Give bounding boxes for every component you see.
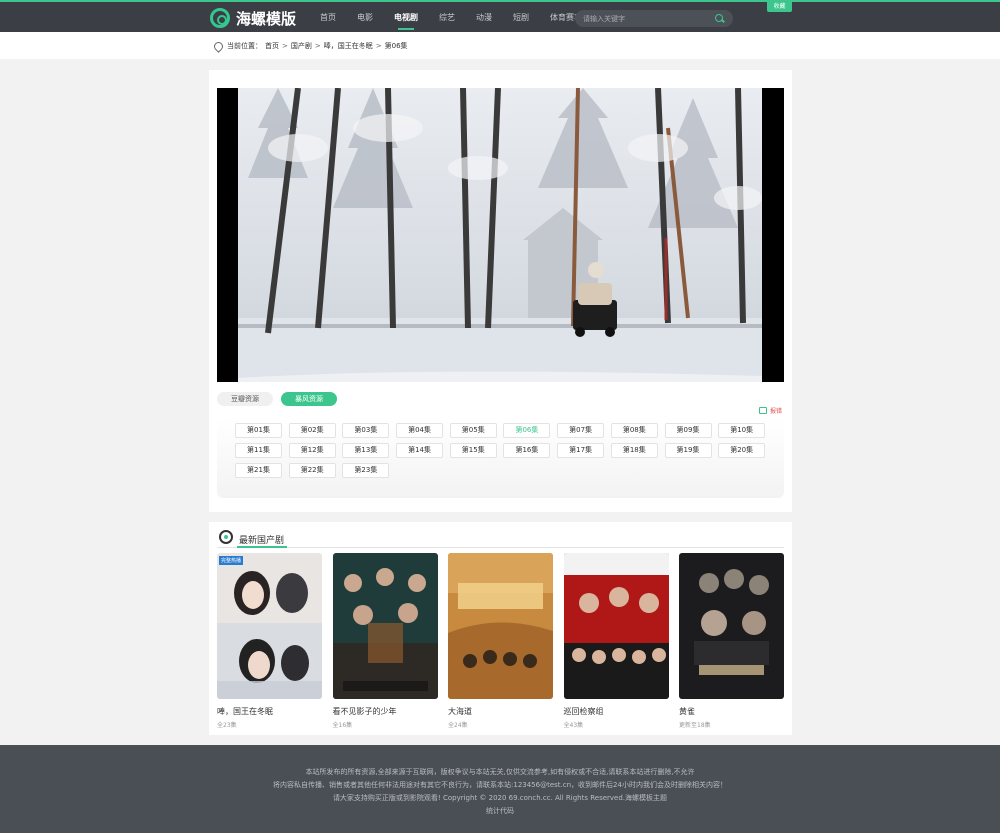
episode-button[interactable]: 第18集	[610, 443, 658, 458]
report-icon	[758, 407, 767, 414]
report-error-button[interactable]: 报错	[758, 406, 782, 415]
episode-button[interactable]: 第09集	[664, 423, 712, 438]
card-title[interactable]: 唪，国王在冬眠	[217, 706, 322, 717]
episode-button[interactable]: 第23集	[342, 463, 390, 478]
episode-list: 第01集 第02集 第03集 第04集 第05集 第06集 第07集 第08集 …	[235, 423, 766, 478]
drama-card[interactable]: 巡回检察组 全43集	[563, 553, 669, 729]
source-tabs: 豆瓣资源 暴风资源	[217, 392, 337, 406]
section-underline	[237, 546, 287, 548]
snail-logo-icon	[210, 8, 230, 28]
player-card: 豆瓣资源 暴风资源 报错 第01集 第02集 第03集 第04集 第05集 第0…	[209, 70, 792, 512]
episode-button-current[interactable]: 第06集	[503, 423, 551, 438]
episode-button[interactable]: 第21集	[235, 463, 282, 478]
search-box	[575, 10, 733, 27]
poster-badge: 完整热播	[219, 556, 244, 565]
nav-item-short-drama[interactable]: 短剧	[513, 2, 529, 34]
drama-card-list: 完整热播 唪，国王在冬眠 全23集 看不见影子的少年 全16集 大海道 全24集…	[217, 553, 784, 729]
breadcrumb-separator: >	[375, 42, 382, 50]
breadcrumb-separator: >	[314, 42, 321, 50]
location-pin-icon	[214, 42, 221, 51]
episode-button[interactable]: 第19集	[664, 443, 712, 458]
episode-button[interactable]: 第13集	[342, 443, 390, 458]
nav-item-variety[interactable]: 综艺	[439, 2, 455, 34]
episode-button[interactable]: 第02集	[288, 423, 336, 438]
footer-copyright-line: 请大家支持购买正版或到影院观看! Copyright © 2020 69.con…	[332, 794, 668, 802]
drama-card[interactable]: 大海道 全24集	[448, 553, 553, 729]
poster-image[interactable]: 完整热播	[217, 553, 322, 699]
breadcrumb: 当前位置： 首页 > 国产剧 > 唪，国王在冬眠 > 第06集	[214, 41, 408, 51]
card-title[interactable]: 巡回检察组	[564, 706, 669, 717]
breadcrumb-home[interactable]: 首页	[265, 41, 279, 51]
film-reel-icon	[219, 530, 233, 544]
card-title[interactable]: 黄雀	[679, 706, 784, 717]
drama-card[interactable]: 黄雀 更新至18集	[679, 553, 784, 729]
search-input[interactable]	[583, 14, 715, 23]
episode-button[interactable]: 第16集	[503, 443, 551, 458]
video-frame-snow-forest[interactable]	[238, 88, 762, 382]
report-label: 报错	[769, 408, 782, 415]
main-nav: 首页 电影 电视剧 综艺 动漫 短剧 体育赛事	[320, 2, 603, 34]
episode-button[interactable]: 第01集	[235, 423, 282, 438]
nav-item-tv[interactable]: 电视剧	[394, 2, 418, 34]
poster-image[interactable]	[332, 553, 438, 699]
episode-button[interactable]: 第04集	[396, 423, 444, 438]
site-footer: 本站所发布的所有资源,全部来源于互联网，版权争议与本站无关,仅供交流参考,如有侵…	[0, 745, 1000, 833]
poster-image[interactable]	[679, 553, 784, 699]
nav-item-home[interactable]: 首页	[320, 2, 336, 34]
drama-card[interactable]: 看不见影子的少年 全16集	[332, 553, 438, 729]
footer-disclaimer-line: 本站所发布的所有资源,全部来源于互联网，版权争议与本站无关,仅供交流参考,如有侵…	[305, 768, 695, 776]
breadcrumb-category[interactable]: 国产剧	[291, 41, 312, 51]
episode-button[interactable]: 第10集	[718, 423, 766, 438]
footer-contact-line: 将内容私自传播、销售或者其他任何非法用途对有其它不良行为，请联系本站:12345…	[273, 781, 727, 789]
episode-button[interactable]: 第17集	[557, 443, 605, 458]
nav-item-movies[interactable]: 电影	[357, 2, 373, 34]
episode-button[interactable]: 第12集	[288, 443, 336, 458]
nav-item-anime[interactable]: 动漫	[476, 2, 492, 34]
episode-button[interactable]: 第07集	[557, 423, 605, 438]
poster-image[interactable]	[448, 553, 553, 699]
breadcrumb-show[interactable]: 唪，国王在冬眠	[324, 41, 373, 51]
card-episode-count: 全24集	[448, 722, 468, 729]
video-player[interactable]	[217, 88, 784, 382]
card-episode-count: 全23集	[217, 722, 237, 729]
footer-stats-code: 统计代码	[486, 807, 514, 815]
poster-image[interactable]	[563, 553, 669, 699]
bookmark-button[interactable]: 收藏	[767, 2, 792, 12]
section-title: 最新国产剧	[239, 536, 285, 546]
site-logo[interactable]: 海螺模版	[210, 8, 296, 28]
episode-button[interactable]: 第05集	[449, 423, 497, 438]
card-episode-count: 全43集	[563, 722, 584, 729]
episode-button[interactable]: 第22集	[288, 463, 336, 478]
source-tab-baofeng[interactable]: 暴风资源	[281, 392, 337, 406]
breadcrumb-separator: >	[282, 42, 288, 50]
episode-button[interactable]: 第20集	[718, 443, 766, 458]
breadcrumb-prefix: 当前位置：	[227, 42, 262, 50]
episode-panel: 第01集 第02集 第03集 第04集 第05集 第06集 第07集 第08集 …	[217, 418, 784, 498]
episode-button[interactable]: 第08集	[610, 423, 658, 438]
episode-button[interactable]: 第03集	[342, 423, 390, 438]
search-icon[interactable]	[715, 13, 725, 24]
card-episode-count: 全16集	[332, 722, 353, 729]
episode-button[interactable]: 第11集	[235, 443, 282, 458]
top-navigation-bar: 海螺模版 首页 电影 电视剧 综艺 动漫 短剧 体育赛事 收藏	[0, 0, 1000, 32]
card-title[interactable]: 看不见影子的少年	[333, 706, 438, 717]
site-logo-text: 海螺模版	[236, 9, 297, 28]
card-title[interactable]: 大海道	[448, 706, 553, 717]
source-tab-douban[interactable]: 豆瓣资源	[217, 392, 273, 406]
drama-card[interactable]: 完整热播 唪，国王在冬眠 全23集	[217, 553, 322, 729]
episode-button[interactable]: 第14集	[396, 443, 444, 458]
episode-button[interactable]: 第15集	[449, 443, 497, 458]
card-episode-count: 更新至18集	[679, 722, 711, 729]
breadcrumb-bar: 当前位置： 首页 > 国产剧 > 唪，国王在冬眠 > 第06集	[0, 32, 1000, 59]
breadcrumb-episode: 第06集	[384, 42, 408, 50]
section-header: 最新国产剧	[217, 530, 784, 548]
latest-drama-section: 最新国产剧 完整热播 唪，国王在冬眠 全23集 看不见影子的少年 全16集 大海…	[209, 522, 792, 735]
